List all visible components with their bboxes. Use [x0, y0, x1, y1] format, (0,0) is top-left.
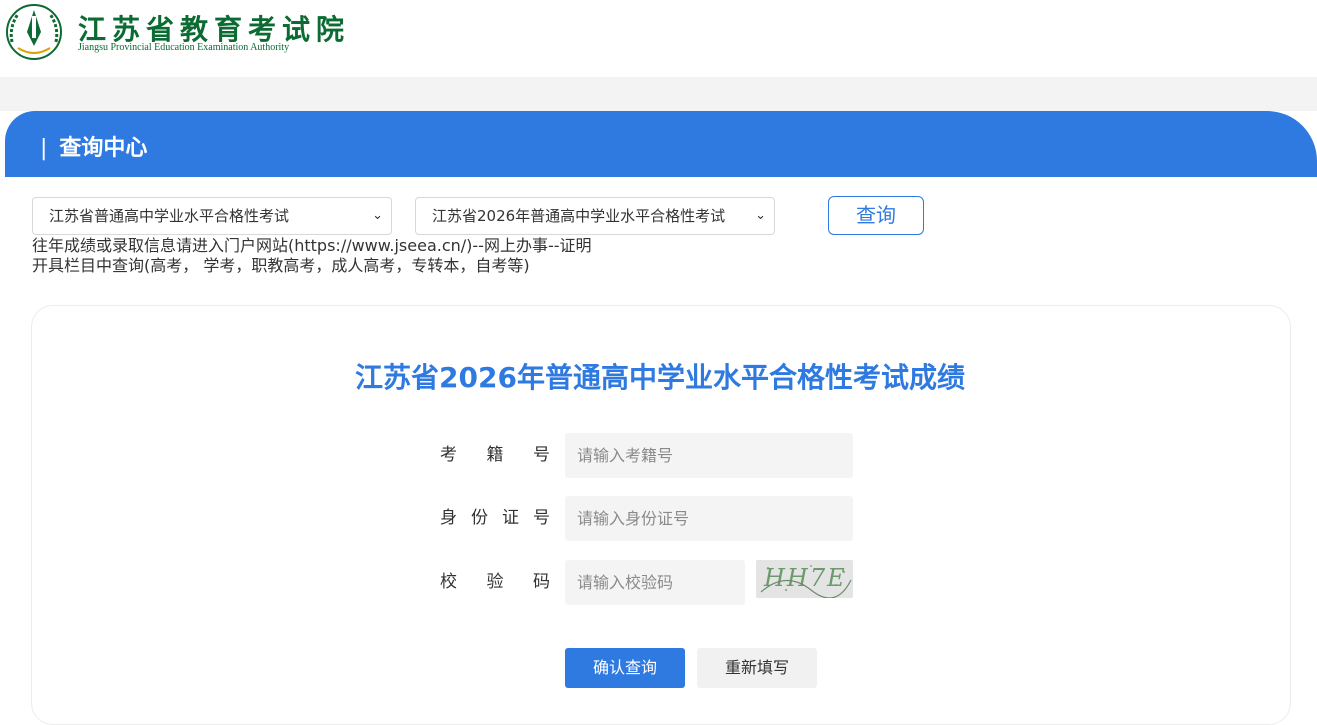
exam-no-label: 考籍号 [440, 445, 550, 465]
chevron-down-icon: ⌄ [755, 208, 766, 223]
notice-line-1: 往年成绩或录取信息请进入门户网站(https://www.jseea.cn/)-… [32, 236, 592, 255]
brand-subtitle: Jiangsu Provincial Education Examination… [78, 42, 290, 53]
id-number-input[interactable] [565, 496, 853, 541]
header-divider-band [0, 77, 1317, 111]
captcha-image[interactable]: HH7E [756, 560, 853, 598]
query-button[interactable]: 查询 [828, 196, 924, 235]
panel-title-text: 查询中心 [59, 136, 148, 161]
reset-form-button[interactable]: 重新填写 [697, 648, 817, 688]
panel-title: | 查询中心 [40, 130, 147, 162]
notice-text: 往年成绩或录取信息请进入门户网站(https://www.jseea.cn/)-… [32, 236, 732, 276]
title-bar-mark: | [40, 136, 48, 161]
captcha-text: HH7E [763, 564, 847, 592]
exam-type-value: 江苏省普通高中学业水平合格性考试 [49, 207, 290, 225]
form-title: 江苏省2026年普通高中学业水平合格性考试成绩 [355, 361, 965, 394]
verify-code-label: 校验码 [440, 572, 550, 592]
confirm-query-button[interactable]: 确认查询 [565, 648, 685, 688]
exam-session-select[interactable]: 江苏省2026年普通高中学业水平合格性考试 ⌄ [415, 197, 775, 235]
site-header: 江苏省教育考试院 Jiangsu Provincial Education Ex… [0, 0, 1317, 77]
id-number-label: 身份证号 [440, 508, 550, 528]
exam-no-input[interactable] [565, 433, 853, 478]
query-center-header [5, 111, 1317, 177]
captcha-graphic: HH7E [756, 560, 853, 598]
notice-line-2: 开具栏目中查询(高考， 学考，职教高考，成人高考，专转本，自考等) [32, 256, 530, 275]
chevron-down-icon: ⌄ [372, 208, 383, 223]
exam-authority-logo-icon [6, 4, 62, 60]
verify-code-input[interactable] [565, 560, 745, 605]
exam-type-select[interactable]: 江苏省普通高中学业水平合格性考试 ⌄ [32, 197, 392, 235]
exam-session-value: 江苏省2026年普通高中学业水平合格性考试 [432, 207, 726, 225]
